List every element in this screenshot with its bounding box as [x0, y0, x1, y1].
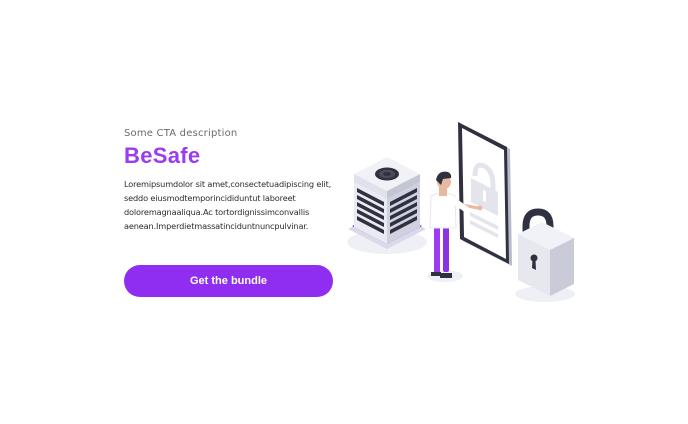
security-illustration	[347, 122, 575, 302]
smartphone-icon	[458, 122, 512, 266]
cta-description: Loremipsumdolor sit amet,consectetuadipi…	[124, 179, 332, 231]
cta-eyebrow: Some CTA description	[124, 128, 238, 139]
cta-text-block: Some CTA description BeSafe Loremipsumdo…	[124, 128, 336, 233]
cta-title: BeSafe	[124, 143, 201, 168]
get-bundle-button[interactable]: Get the bundle	[124, 265, 333, 297]
padlock-icon	[518, 208, 574, 296]
